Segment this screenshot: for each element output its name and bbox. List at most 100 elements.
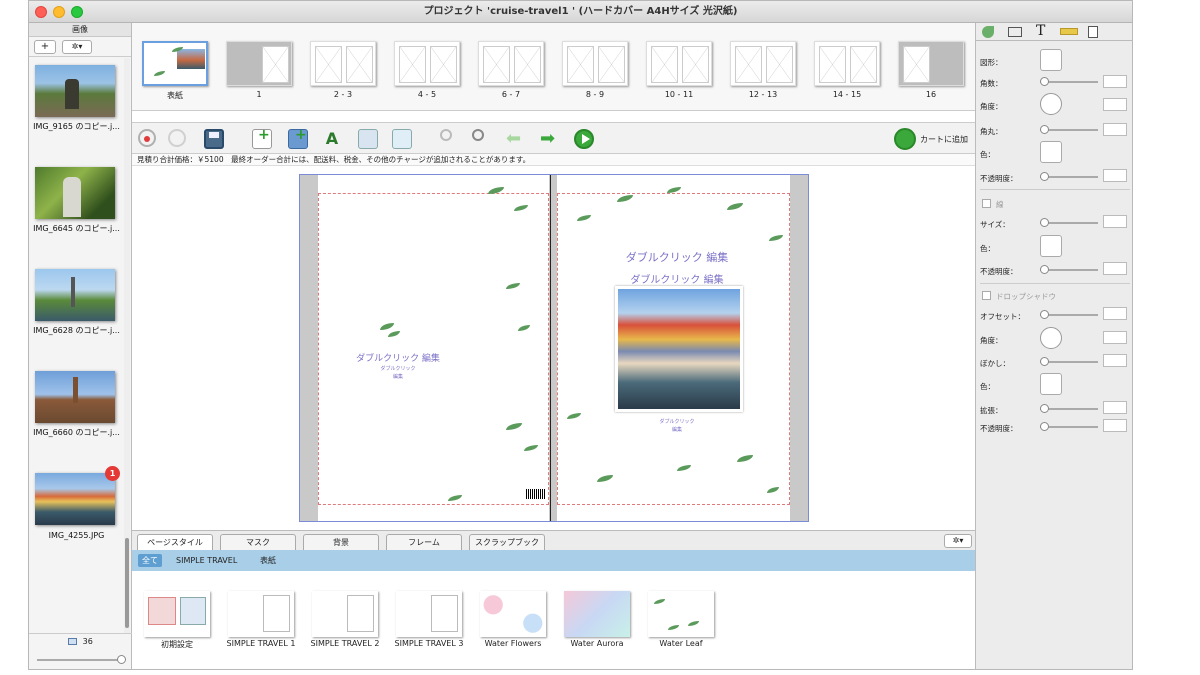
border-size-slider[interactable] <box>1040 218 1098 227</box>
back-subtitle-2[interactable]: 編集 <box>338 373 458 380</box>
style-water-aurora[interactable] <box>564 591 630 637</box>
add-text-icon[interactable]: A <box>322 129 342 149</box>
border-color-well[interactable] <box>1040 235 1062 257</box>
thumb-page-6-7[interactable] <box>478 41 544 86</box>
shadow-angle-dial[interactable] <box>1040 327 1062 349</box>
cover-photo[interactable] <box>615 286 743 412</box>
thumb-page-8-9[interactable] <box>562 41 628 86</box>
previous-page-icon[interactable]: ⬅ <box>506 129 526 149</box>
style-water-leaf[interactable] <box>648 591 714 637</box>
style-default[interactable] <box>144 591 210 637</box>
add-to-cart-button[interactable]: カートに追加 <box>894 128 974 150</box>
filter-cover[interactable]: 表紙 <box>260 550 276 571</box>
thumb-page-12-13[interactable] <box>730 41 796 86</box>
thumb-page-16[interactable] <box>898 41 964 86</box>
add-photo-icon[interactable]: + <box>288 127 308 149</box>
image-list-scrollbar[interactable] <box>124 58 130 633</box>
angle-dial[interactable] <box>1040 93 1062 115</box>
close-window-button[interactable] <box>35 6 47 18</box>
thumb-page-4-5[interactable] <box>394 41 460 86</box>
back-cover-page[interactable]: ダブルクリック 編集 ダブルクリック 編集 <box>318 175 549 521</box>
tab-mask[interactable]: マスク <box>220 534 296 551</box>
photo-thumb-5[interactable] <box>35 473 115 525</box>
shadow-spread-value[interactable] <box>1103 401 1127 414</box>
angle-value[interactable] <box>1103 98 1127 111</box>
style-simple-travel-2[interactable] <box>312 591 378 637</box>
front-caption-2[interactable]: 編集 <box>587 426 767 433</box>
image-gear-menu-button[interactable]: ✲▾ <box>62 40 92 54</box>
text-inspector-icon[interactable]: T <box>1036 23 1045 39</box>
border-size-value[interactable] <box>1103 215 1127 228</box>
tab-frame[interactable]: フレーム <box>386 534 462 551</box>
photo-thumb-1[interactable] <box>35 65 115 117</box>
shape-picker[interactable] <box>1040 49 1062 71</box>
edit-toolbar: + + A ⬅ ➡ カートに追加 <box>132 122 975 154</box>
back-title[interactable]: ダブルクリック 編集 <box>338 351 458 364</box>
photo-thumb-2[interactable] <box>35 167 115 219</box>
border-checkbox[interactable] <box>982 199 991 208</box>
style-gear-icon[interactable]: ✲▾ <box>944 534 972 548</box>
zoom-out-icon[interactable] <box>440 129 460 149</box>
zoom-window-button[interactable] <box>71 6 83 18</box>
style-water-flowers[interactable] <box>480 591 546 637</box>
save-icon[interactable] <box>204 129 224 149</box>
shadow-blur-value[interactable] <box>1103 354 1127 367</box>
thumbnail-size-slider[interactable] <box>37 655 126 664</box>
border-opacity-value[interactable] <box>1103 262 1127 275</box>
fill-color-well[interactable] <box>1040 141 1062 163</box>
next-page-icon[interactable]: ➡ <box>540 129 560 149</box>
thumb-label-cover: 表紙 <box>167 91 183 100</box>
thumb-page-2-3[interactable] <box>310 41 376 86</box>
border-opacity-slider[interactable] <box>1040 265 1098 274</box>
thumb-page-10-11[interactable] <box>646 41 712 86</box>
shadow-opacity-value[interactable] <box>1103 419 1127 432</box>
shadow-offset-slider[interactable] <box>1040 310 1098 319</box>
style-simple-travel-3[interactable] <box>396 591 462 637</box>
filter-simple-travel[interactable]: SIMPLE TRAVEL <box>176 550 237 571</box>
roundness-value[interactable] <box>1103 123 1127 136</box>
roundness-slider[interactable] <box>1040 125 1098 134</box>
shadow-spread-slider[interactable] <box>1040 404 1098 413</box>
shadow-checkbox[interactable] <box>982 291 991 300</box>
title-bar: プロジェクト 'cruise-travel1 ' (ハードカバー A4Hサイズ … <box>29 1 1132 23</box>
frame-inspector-icon[interactable] <box>1008 27 1022 37</box>
thumb-page-1[interactable] <box>226 41 292 86</box>
ruler-inspector-icon[interactable] <box>1060 28 1078 35</box>
filter-all[interactable]: 全て <box>138 554 162 567</box>
corners-slider[interactable] <box>1040 77 1098 86</box>
shadow-offset-value[interactable] <box>1103 307 1127 320</box>
minimize-window-button[interactable] <box>53 6 65 18</box>
shape-inspector-icon[interactable] <box>982 26 994 38</box>
export-icon[interactable] <box>392 129 412 149</box>
replace-image-icon[interactable] <box>358 129 378 149</box>
tab-background[interactable]: 背景 <box>303 534 379 551</box>
undo-icon[interactable] <box>138 129 156 147</box>
thumb-cover[interactable] <box>142 41 208 86</box>
front-cover-page[interactable]: ダブルクリック 編集 ダブルクリック 編集 ダブルクリック 編集 <box>557 175 790 521</box>
page-inspector-icon[interactable] <box>1088 26 1098 38</box>
photo-thumb-3[interactable] <box>35 269 115 321</box>
fill-opacity-slider[interactable] <box>1040 172 1098 181</box>
thumb-page-14-15[interactable] <box>814 41 880 86</box>
style-simple-travel-1[interactable] <box>228 591 294 637</box>
add-page-icon[interactable]: + <box>252 127 272 149</box>
shadow-color-well[interactable] <box>1040 373 1062 395</box>
fill-opacity-value[interactable] <box>1103 169 1127 182</box>
shadow-angle-value[interactable] <box>1103 331 1127 344</box>
corners-value[interactable] <box>1103 75 1127 88</box>
zoom-in-icon[interactable] <box>472 129 492 149</box>
redo-icon[interactable] <box>168 129 186 147</box>
front-title-2[interactable]: ダブルクリック 編集 <box>587 271 767 286</box>
shadow-blur-slider[interactable] <box>1040 357 1098 366</box>
back-subtitle[interactable]: ダブルクリック <box>338 365 458 372</box>
front-caption[interactable]: ダブルクリック <box>587 418 767 425</box>
add-image-button[interactable]: + <box>34 40 56 54</box>
tab-page-style[interactable]: ページスタイル <box>137 534 213 551</box>
shadow-opacity-slider[interactable] <box>1040 422 1098 431</box>
front-title-1[interactable]: ダブルクリック 編集 <box>587 249 767 265</box>
thumbnail-size-knob[interactable] <box>117 655 126 664</box>
cover-spread[interactable]: ダブルクリック 編集 ダブルクリック 編集 ダブルクリック 編集 ダブルクリック… <box>299 174 809 522</box>
play-preview-icon[interactable] <box>574 129 594 149</box>
tab-scrapbook[interactable]: スクラップブック <box>469 534 545 551</box>
photo-thumb-4[interactable] <box>35 371 115 423</box>
